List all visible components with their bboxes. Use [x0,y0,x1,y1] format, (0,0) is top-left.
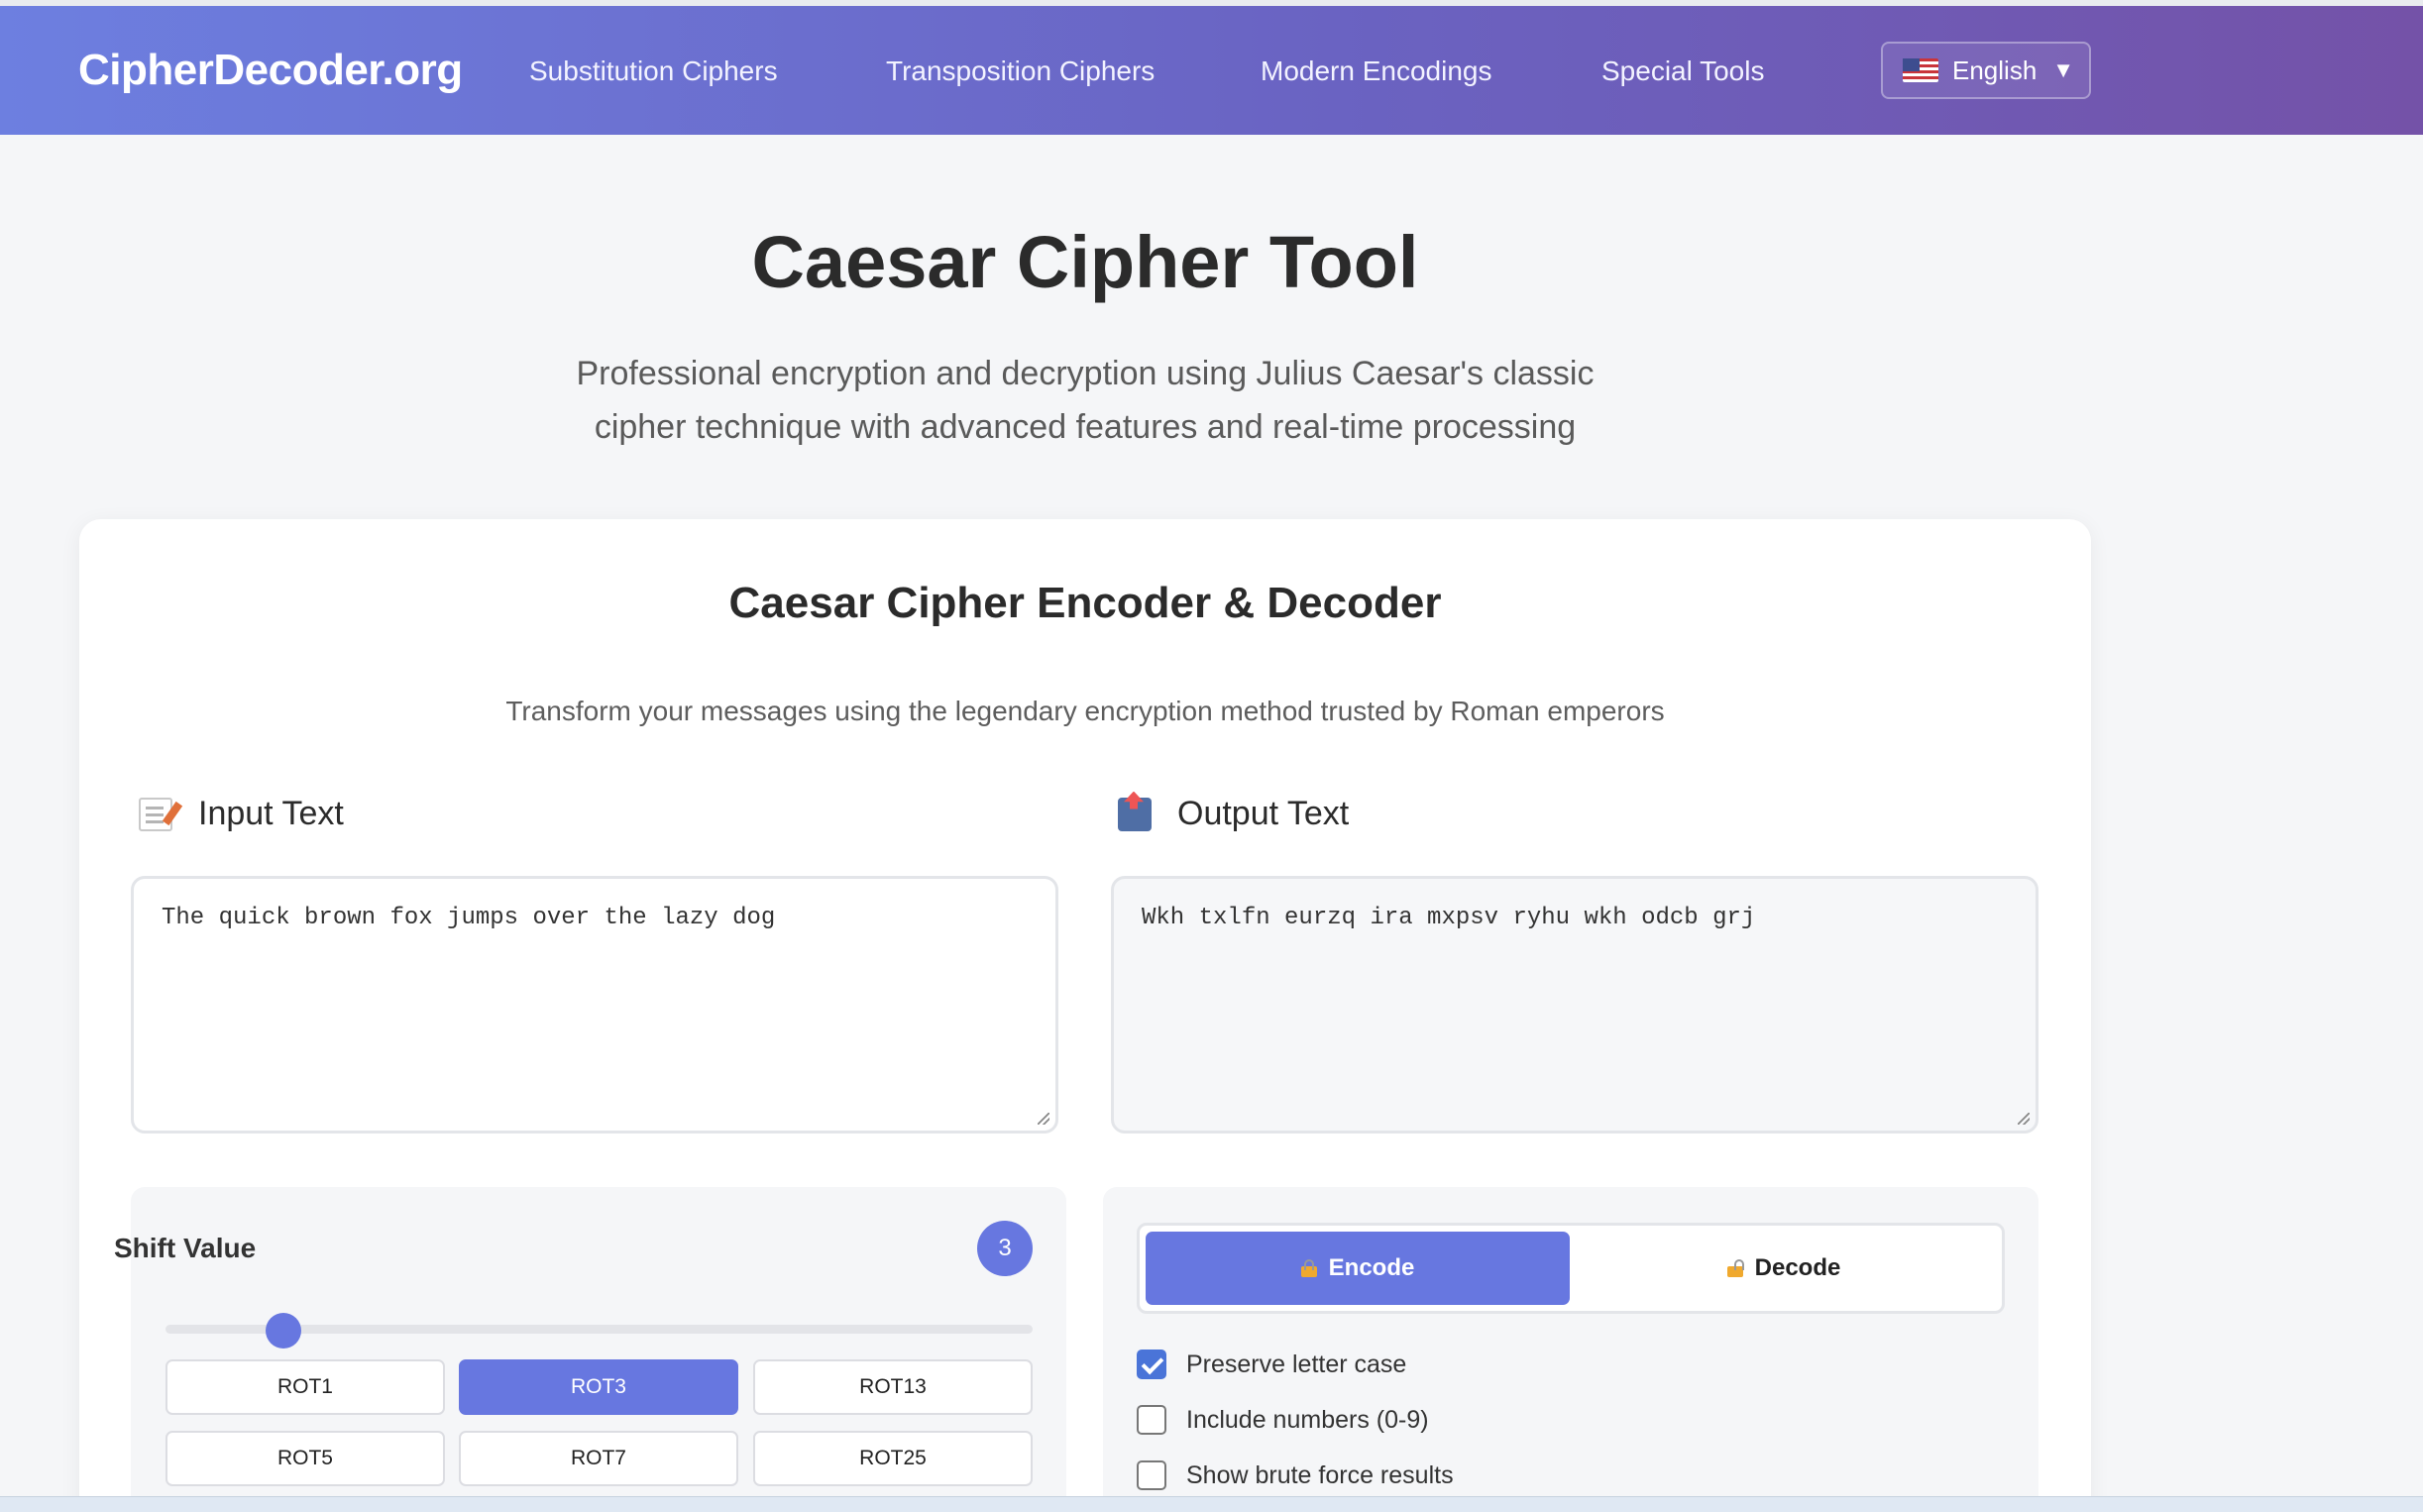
input-text-value: The quick brown fox jumps over the lazy … [162,905,776,931]
page-title: Caesar Cipher Tool [751,221,1419,303]
rot13-button[interactable]: ROT13 [753,1359,1033,1415]
language-label: English [1952,54,2038,85]
rot7-button[interactable]: ROT7 [459,1431,738,1486]
output-text-value: Wkh txlfn eurzq ira mxpsv ryhu wkh odcb … [1142,905,1756,931]
mode-toggle: Encode Decode [1137,1223,2005,1314]
shift-value-badge: 3 [977,1221,1033,1276]
output-textarea[interactable]: Wkh txlfn eurzq ira mxpsv ryhu wkh odcb … [1111,876,2038,1134]
shift-slider-thumb[interactable] [265,1313,301,1349]
rot1-button[interactable]: ROT1 [165,1359,445,1415]
nav-substitution-ciphers[interactable]: Substitution Ciphers [529,55,778,87]
resize-handle-icon[interactable] [1038,1113,1049,1125]
include-numbers-label: Include numbers (0-9) [1186,1405,1429,1434]
nav-transposition-ciphers[interactable]: Transposition Ciphers [886,55,1155,87]
lock-icon [1300,1259,1317,1277]
language-selector[interactable]: English ▼ [1881,42,2091,99]
taskbar [0,1496,2423,1512]
rot5-button[interactable]: ROT5 [165,1431,445,1486]
brute-force-checkbox[interactable] [1137,1460,1166,1490]
rot25-button[interactable]: ROT25 [753,1431,1033,1486]
brute-force-label: Show brute force results [1186,1460,1454,1489]
site-header: CipherDecoder.org Substitution Ciphers T… [0,6,2423,135]
input-label: Input Text [198,795,344,832]
include-numbers-checkbox[interactable] [1137,1405,1166,1435]
unlock-icon [1726,1259,1744,1277]
decode-button[interactable]: Decode [1572,1232,1996,1305]
preserve-case-label: Preserve letter case [1186,1350,1407,1378]
input-section-label: Input Text [139,795,344,833]
decode-label: Decode [1754,1254,1841,1281]
site-logo[interactable]: CipherDecoder.org [78,46,463,95]
outbox-tray-icon [1118,797,1152,831]
output-label: Output Text [1177,795,1350,832]
brute-force-option[interactable]: Show brute force results [1137,1460,1454,1490]
page-subtitle: Professional encryption and decryption u… [576,355,1595,446]
encode-label: Encode [1328,1254,1415,1281]
nav-modern-encodings[interactable]: Modern Encodings [1261,55,1491,87]
rot3-button[interactable]: ROT3 [459,1359,738,1415]
tool-subtitle: Transform your messages using the legend… [505,696,1665,726]
preserve-case-checkbox[interactable] [1137,1350,1166,1379]
shift-value-label: Shift Value [114,1233,257,1263]
memo-icon [139,797,172,831]
encode-button[interactable]: Encode [1146,1232,1570,1305]
include-numbers-option[interactable]: Include numbers (0-9) [1137,1405,1429,1435]
cipher-tool-card: Caesar Cipher Encoder & Decoder Transfor… [79,519,2091,1512]
dropdown-arrow-icon: ▼ [2052,57,2075,82]
preserve-case-option[interactable]: Preserve letter case [1137,1350,1406,1379]
input-textarea[interactable]: The quick brown fox jumps over the lazy … [131,876,1058,1134]
tool-title: Caesar Cipher Encoder & Decoder [728,579,1442,627]
resize-handle-icon[interactable] [2018,1113,2030,1125]
us-flag-icon [1903,58,1938,82]
nav-special-tools[interactable]: Special Tools [1601,55,1764,87]
output-section-label: Output Text [1118,795,1349,833]
